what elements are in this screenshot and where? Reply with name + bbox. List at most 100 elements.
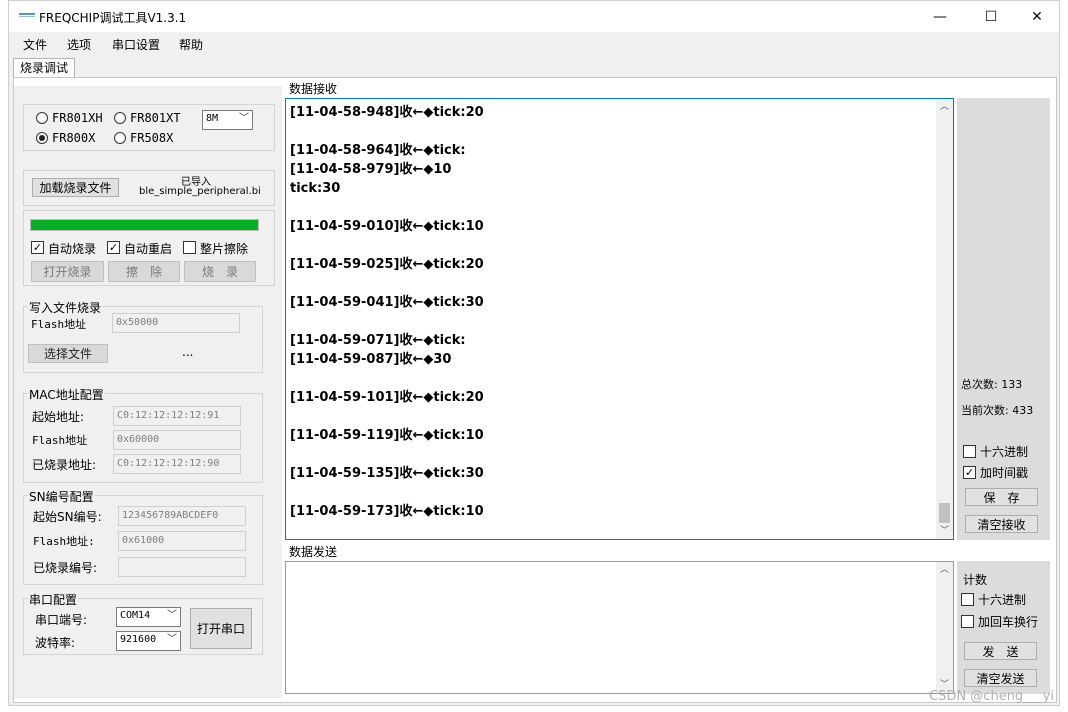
maximize-icon: ☐ (984, 8, 998, 25)
crlf-label: 加回车换行 (978, 615, 1039, 629)
burn-progress-fill (31, 220, 258, 230)
write-file-group: 写入文件烧录 Flash地址 0x50000 选择文件 ... (23, 299, 263, 373)
loaded-filename: ble_simple_peripheral.bi (139, 186, 261, 197)
close-button[interactable]: ✕ (1014, 1, 1060, 32)
minimize-button[interactable]: — (917, 1, 963, 32)
sn-start-label: 起始SN编号: (33, 510, 102, 524)
radio-fr801xt-label: FR801XT (130, 111, 181, 125)
scroll-thumb[interactable] (939, 503, 950, 523)
write-flash-field[interactable]: 0x50000 (112, 313, 240, 333)
receive-line (290, 312, 930, 331)
send-button[interactable]: 发 送 (964, 642, 1037, 660)
send-side-panel: 计数 十六进制 加回车换行 发 送 清空发送 (957, 561, 1050, 694)
full-erase-checkbox[interactable] (183, 241, 196, 254)
app-icon (19, 13, 35, 17)
flash-size-select[interactable]: 8M ﹀ (202, 110, 253, 130)
mac-config-group: MAC地址配置 起始地址: C0:12:12:12:12:91 Flash地址 … (23, 386, 263, 483)
sn-flash-label: Flash地址: (33, 535, 95, 548)
receive-hex-checkbox[interactable] (963, 445, 976, 458)
serial-config-title: 串口配置 (28, 591, 79, 608)
mac-burned-field[interactable]: C0:12:12:12:12:90 (113, 454, 241, 474)
minimize-icon: — (933, 8, 947, 25)
receive-line (290, 236, 930, 255)
send-textarea[interactable]: ︿ ﹀ (285, 561, 954, 694)
receive-line (290, 369, 930, 388)
window-title: FREQCHIP调试工具V1.3.1 (39, 11, 187, 25)
serial-port-select[interactable]: COM14 ﹀ (116, 607, 181, 627)
radio-fr801xh-label: FR801XH (52, 111, 103, 125)
chevron-down-icon: ﹀ (167, 634, 177, 645)
chevron-down-icon: ﹀ (167, 610, 177, 621)
burn-group: ✓ 自动烧录 ✓ 自动重启 整片擦除 打开烧录 擦 除 烧 录 (23, 210, 275, 286)
sn-config-group: SN编号配置 起始SN编号: 123456789ABCDEF0 Flash地址:… (23, 488, 263, 585)
receive-log: [11-04-58-948]收←◆tick:20 [11-04-58-964]收… (290, 103, 930, 521)
send-count-label: 计数 (963, 573, 988, 587)
clear-send-button[interactable]: 清空发送 (964, 669, 1037, 687)
sn-flash-field[interactable]: 0x61000 (118, 531, 246, 551)
current-count: 当前次数: 433 (961, 404, 1034, 417)
burn-button[interactable]: 烧 录 (184, 261, 256, 282)
receive-line: tick:30 (290, 181, 341, 196)
mac-flash-field[interactable]: 0x60000 (113, 430, 241, 450)
clear-receive-button[interactable]: 清空接收 (965, 515, 1038, 533)
maximize-button[interactable]: ☐ (968, 1, 1014, 32)
crlf-checkbox[interactable] (961, 615, 974, 628)
radio-fr801xh[interactable] (36, 112, 48, 124)
total-count: 总次数: 133 (961, 378, 1023, 391)
receive-line: [11-04-59-041]收←◆tick:30 (290, 295, 484, 310)
receive-line: [11-04-58-979]收←◆10 (290, 162, 452, 177)
sn-start-field[interactable]: 123456789ABCDEF0 (118, 506, 246, 526)
save-button[interactable]: 保 存 (965, 488, 1038, 506)
receive-line (290, 198, 930, 217)
erase-button[interactable]: 擦 除 (108, 261, 180, 282)
receive-textarea[interactable]: [11-04-58-948]收←◆tick:20 [11-04-58-964]收… (285, 98, 954, 540)
radio-fr801xt[interactable] (114, 112, 126, 124)
receive-line: [11-04-59-173]收←◆tick:10 (290, 504, 484, 519)
radio-fr800x[interactable] (36, 132, 48, 144)
radio-fr508x[interactable] (114, 132, 126, 144)
open-burn-button[interactable]: 打开烧录 (31, 261, 104, 282)
receive-line (290, 407, 930, 426)
menu-help[interactable]: 帮助 (179, 36, 203, 53)
sn-burned-field[interactable] (118, 557, 246, 577)
receive-scrollbar[interactable]: ︿ ﹀ (936, 99, 953, 539)
menu-options[interactable]: 选项 (67, 36, 91, 53)
auto-restart-label: 自动重启 (124, 242, 173, 256)
menu-serial-settings[interactable]: 串口设置 (112, 36, 160, 53)
scroll-up-icon[interactable]: ︿ (936, 562, 953, 578)
mac-flash-label: Flash地址 (32, 434, 88, 447)
burn-progress-track (30, 219, 259, 231)
auto-burn-label: 自动烧录 (48, 242, 97, 256)
chevron-down-icon: ﹀ (239, 113, 249, 124)
send-scrollbar[interactable]: ︿ ﹀ (936, 562, 953, 693)
serial-port-value: COM14 (120, 610, 151, 621)
receive-line (290, 274, 930, 293)
radio-fr508x-label: FR508X (130, 131, 174, 145)
mac-start-field[interactable]: C0:12:12:12:12:91 (113, 406, 241, 426)
menu-file[interactable]: 文件 (23, 36, 47, 53)
scroll-down-icon[interactable]: ﹀ (936, 523, 953, 539)
open-serial-button[interactable]: 打开串口 (190, 608, 252, 649)
receive-line: [11-04-59-087]收←◆30 (290, 352, 452, 367)
tab-burn-debug[interactable]: 烧录调试 (13, 58, 75, 78)
scroll-up-icon[interactable]: ︿ (936, 99, 953, 115)
serial-config-group: 串口配置 串口端号: COM14 ﹀ 波特率: 921600 ﹀ 打开串口 (23, 591, 263, 655)
title-bar: FREQCHIP调试工具V1.3.1 — ☐ ✕ (9, 1, 1059, 32)
receive-line (290, 445, 930, 464)
auto-restart-checkbox[interactable]: ✓ (107, 241, 120, 254)
flash-size-value: 8M (206, 113, 219, 124)
receive-line: [11-04-59-071]收←◆tick: (290, 333, 466, 348)
sn-config-title: SN编号配置 (28, 488, 95, 505)
receive-hex-label: 十六进制 (980, 445, 1029, 459)
receive-line: [11-04-59-119]收←◆tick:10 (290, 428, 484, 443)
send-hex-checkbox[interactable] (961, 593, 974, 606)
receive-title: 数据接收 (289, 82, 338, 96)
mac-start-label: 起始地址: (32, 410, 85, 424)
receive-line: [11-04-58-964]收←◆tick: (290, 143, 466, 158)
serial-port-label: 串口端号: (35, 613, 88, 627)
auto-burn-checkbox[interactable]: ✓ (31, 241, 44, 254)
select-file-button[interactable]: 选择文件 (28, 344, 108, 363)
load-burn-file-button[interactable]: 加载烧录文件 (32, 178, 119, 197)
timestamp-checkbox[interactable]: ✓ (963, 466, 976, 479)
baud-rate-select[interactable]: 921600 ﹀ (116, 631, 181, 651)
